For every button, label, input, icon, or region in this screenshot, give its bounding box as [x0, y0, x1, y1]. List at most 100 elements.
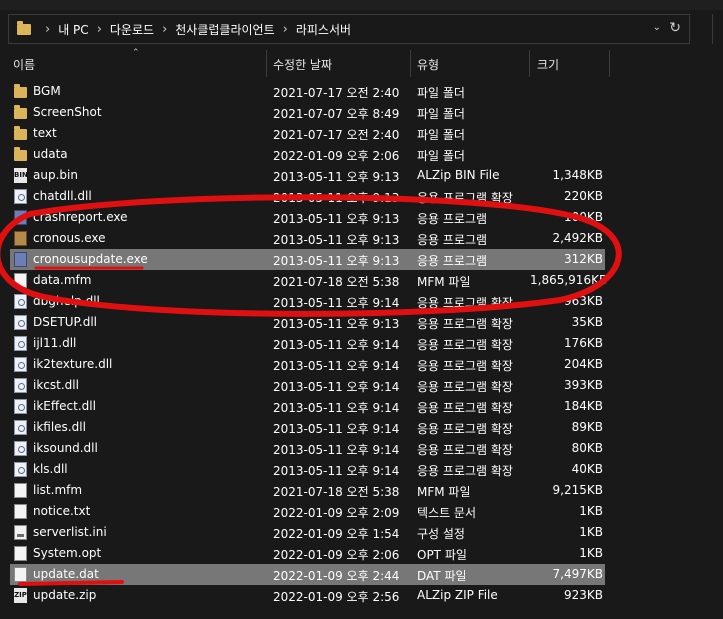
file-type: 텍스트 문서 — [417, 506, 477, 520]
breadcrumb-item-client[interactable]: 천사클럽클라이언트 — [175, 21, 274, 38]
table-row[interactable]: iksound.dll 2013-05-11 오후 9:14 응용 프로그램 확장 8… — [10, 438, 605, 459]
dll-file-icon — [14, 420, 27, 435]
file-name: ik2texture.dll — [33, 357, 113, 371]
file-size: 100KB — [563, 210, 603, 224]
file-size: 923KB — [563, 588, 603, 602]
table-row[interactable]: cronous.exe 2013-05-11 오후 9:13 응용 프로그램 2,49… — [10, 228, 605, 249]
file-size: 80KB — [571, 441, 603, 455]
file-type: 응용 프로그램 확장 — [417, 443, 513, 457]
table-row[interactable]: ikfiles.dll 2013-05-11 오후 9:14 응용 프로그램 확장 8… — [10, 417, 605, 438]
dll-file-icon — [14, 357, 27, 372]
breadcrumb-item-server[interactable]: 라피스서버 — [296, 21, 351, 38]
file-size: 184KB — [563, 399, 603, 413]
file-name: cronous.exe — [33, 231, 106, 245]
file-date: 2013-05-11 오후 9:13 — [273, 254, 400, 268]
file-date: 2013-05-11 오후 9:13 — [273, 212, 400, 226]
file-size: 1KB — [579, 504, 603, 518]
column-header-name[interactable]: 이름 — [13, 56, 35, 73]
table-row[interactable]: update.dat 2022-01-09 오후 2:44 DAT 파일 7,497K… — [10, 564, 605, 585]
table-row[interactable]: kls.dll 2013-05-11 오후 9:14 응용 프로그램 확장 40KB — [10, 459, 605, 480]
file-type: 파일 폴더 — [417, 149, 465, 163]
table-row[interactable]: list.mfm 2021-07-18 오전 5:38 MFM 파일 9,215KB — [10, 480, 605, 501]
file-date: 2013-05-11 오후 9:14 — [273, 338, 400, 352]
table-row[interactable]: dbghelp.dll 2013-05-11 오후 9:14 응용 프로그램 확장 9… — [10, 291, 605, 312]
file-name: iksound.dll — [33, 441, 98, 455]
table-row[interactable]: ik2texture.dll 2013-05-11 오후 9:14 응용 프로그램 … — [10, 354, 605, 375]
breadcrumb-item-my-pc[interactable]: 내 PC — [58, 21, 88, 38]
file-size: 963KB — [563, 294, 603, 308]
file-name: cronousupdate.exe — [33, 252, 148, 266]
table-row[interactable]: udata 2022-01-09 오후 2:06 파일 폴더 — [10, 144, 605, 165]
dll-file-icon — [14, 441, 27, 456]
table-row[interactable]: System.opt 2022-01-09 오후 2:06 OPT 파일 1KB — [10, 543, 605, 564]
file-icon — [14, 546, 27, 561]
table-row[interactable]: ScreenShot 2021-07-07 오후 8:49 파일 폴더 — [10, 102, 605, 123]
folder-icon — [17, 20, 31, 35]
file-type: 응용 프로그램 — [417, 212, 488, 226]
file-date: 2013-05-11 오후 9:14 — [273, 443, 400, 457]
table-row[interactable]: DSETUP.dll 2013-05-11 오후 9:13 응용 프로그램 확장 35… — [10, 312, 605, 333]
file-type: MFM 파일 — [417, 485, 471, 499]
chevron-right-icon[interactable]: › — [162, 22, 167, 37]
table-row[interactable]: text 2021-07-17 오전 2:40 파일 폴더 — [10, 123, 605, 144]
sort-up-icon: ⌃ — [132, 48, 140, 58]
file-size: 35KB — [571, 315, 603, 329]
file-type: 응용 프로그램 확장 — [417, 359, 513, 373]
file-name: chatdll.dll — [33, 189, 92, 203]
file-name: data.mfm — [33, 273, 92, 287]
dll-file-icon — [14, 399, 27, 414]
column-header-type[interactable]: 유형 — [417, 56, 439, 73]
file-date: 2013-05-11 오후 9:14 — [273, 359, 400, 373]
table-row[interactable]: BGM 2021-07-17 오전 2:40 파일 폴더 — [10, 81, 605, 102]
file-type: 응용 프로그램 확장 — [417, 422, 513, 436]
chevron-down-icon[interactable]: ⌄ — [653, 22, 661, 33]
table-row[interactable]: serverlist.ini 2022-01-09 오후 1:54 구성 설정 1KB — [10, 522, 605, 543]
column-divider[interactable] — [609, 50, 610, 77]
file-name: notice.txt — [33, 504, 91, 518]
table-row[interactable]: ZIP update.zip 2022-01-09 오후 2:56 ALZip ZIP… — [10, 585, 605, 606]
file-name: ikfiles.dll — [33, 420, 86, 434]
file-date: 2022-01-09 오후 2:06 — [273, 548, 400, 562]
column-header-date[interactable]: 수정한 날짜 — [273, 56, 332, 73]
file-type: 응용 프로그램 — [417, 233, 488, 247]
file-type: 응용 프로그램 확장 — [417, 401, 513, 415]
settings-file-icon — [14, 525, 27, 540]
file-date: 2021-07-18 오전 5:38 — [273, 275, 400, 289]
file-date: 2013-05-11 오후 9:14 — [273, 296, 400, 310]
file-date: 2013-05-11 오후 9:13 — [273, 233, 400, 247]
file-name: list.mfm — [33, 483, 83, 497]
table-row[interactable]: chatdll.dll 2013-05-11 오후 9:13 응용 프로그램 확장 2… — [10, 186, 605, 207]
search-box[interactable] — [712, 14, 723, 44]
table-row[interactable]: notice.txt 2022-01-09 오후 2:09 텍스트 문서 1KB — [10, 501, 605, 522]
top-strip — [0, 0, 723, 10]
breadcrumb-item-downloads[interactable]: 다운로드 — [110, 21, 154, 38]
file-name: BGM — [33, 84, 61, 98]
file-date: 2021-07-18 오전 5:38 — [273, 485, 400, 499]
table-row[interactable]: ikEffect.dll 2013-05-11 오후 9:14 응용 프로그램 확장… — [10, 396, 605, 417]
column-divider[interactable] — [266, 50, 267, 77]
table-row[interactable]: data.mfm 2021-07-18 오전 5:38 MFM 파일 1,865,91… — [10, 270, 607, 291]
table-row[interactable]: ikcst.dll 2013-05-11 오후 9:14 응용 프로그램 확장 393… — [10, 375, 605, 396]
column-divider[interactable] — [529, 50, 530, 77]
refresh-icon[interactable]: ↻ — [669, 20, 681, 36]
address-bar[interactable]: › 내 PC › 다운로드 › 천사클럽클라이언트 › 라피스서버 ⌄ ↻ — [8, 14, 690, 44]
table-row[interactable]: crashreport.exe 2013-05-11 오후 9:13 응용 프로그램… — [10, 207, 605, 228]
file-type: 파일 폴더 — [417, 86, 465, 100]
chevron-right-icon[interactable]: › — [283, 22, 288, 37]
file-type: 응용 프로그램 확장 — [417, 464, 513, 478]
chevron-right-icon[interactable]: › — [97, 22, 102, 37]
file-date: 2022-01-09 오후 2:09 — [273, 506, 400, 520]
chevron-right-icon[interactable]: › — [45, 22, 50, 37]
file-size: 9,215KB — [552, 483, 603, 497]
file-size: 204KB — [563, 357, 603, 371]
table-row[interactable]: cronousupdate.exe 2013-05-11 오후 9:13 응용 프로… — [10, 249, 605, 270]
bin-file-icon: BIN — [14, 168, 28, 183]
file-size: 220KB — [563, 189, 603, 203]
column-header-size[interactable]: 크기 — [537, 56, 559, 73]
table-row[interactable]: ijl11.dll 2013-05-11 오후 9:14 응용 프로그램 확장 176… — [10, 333, 605, 354]
file-name: ikEffect.dll — [33, 399, 96, 413]
file-date: 2013-05-11 오후 9:13 — [273, 170, 400, 184]
file-name: serverlist.ini — [33, 525, 107, 539]
table-row[interactable]: BIN aup.bin 2013-05-11 오후 9:13 ALZip BIN Fi… — [10, 165, 605, 186]
column-divider[interactable] — [410, 50, 411, 77]
